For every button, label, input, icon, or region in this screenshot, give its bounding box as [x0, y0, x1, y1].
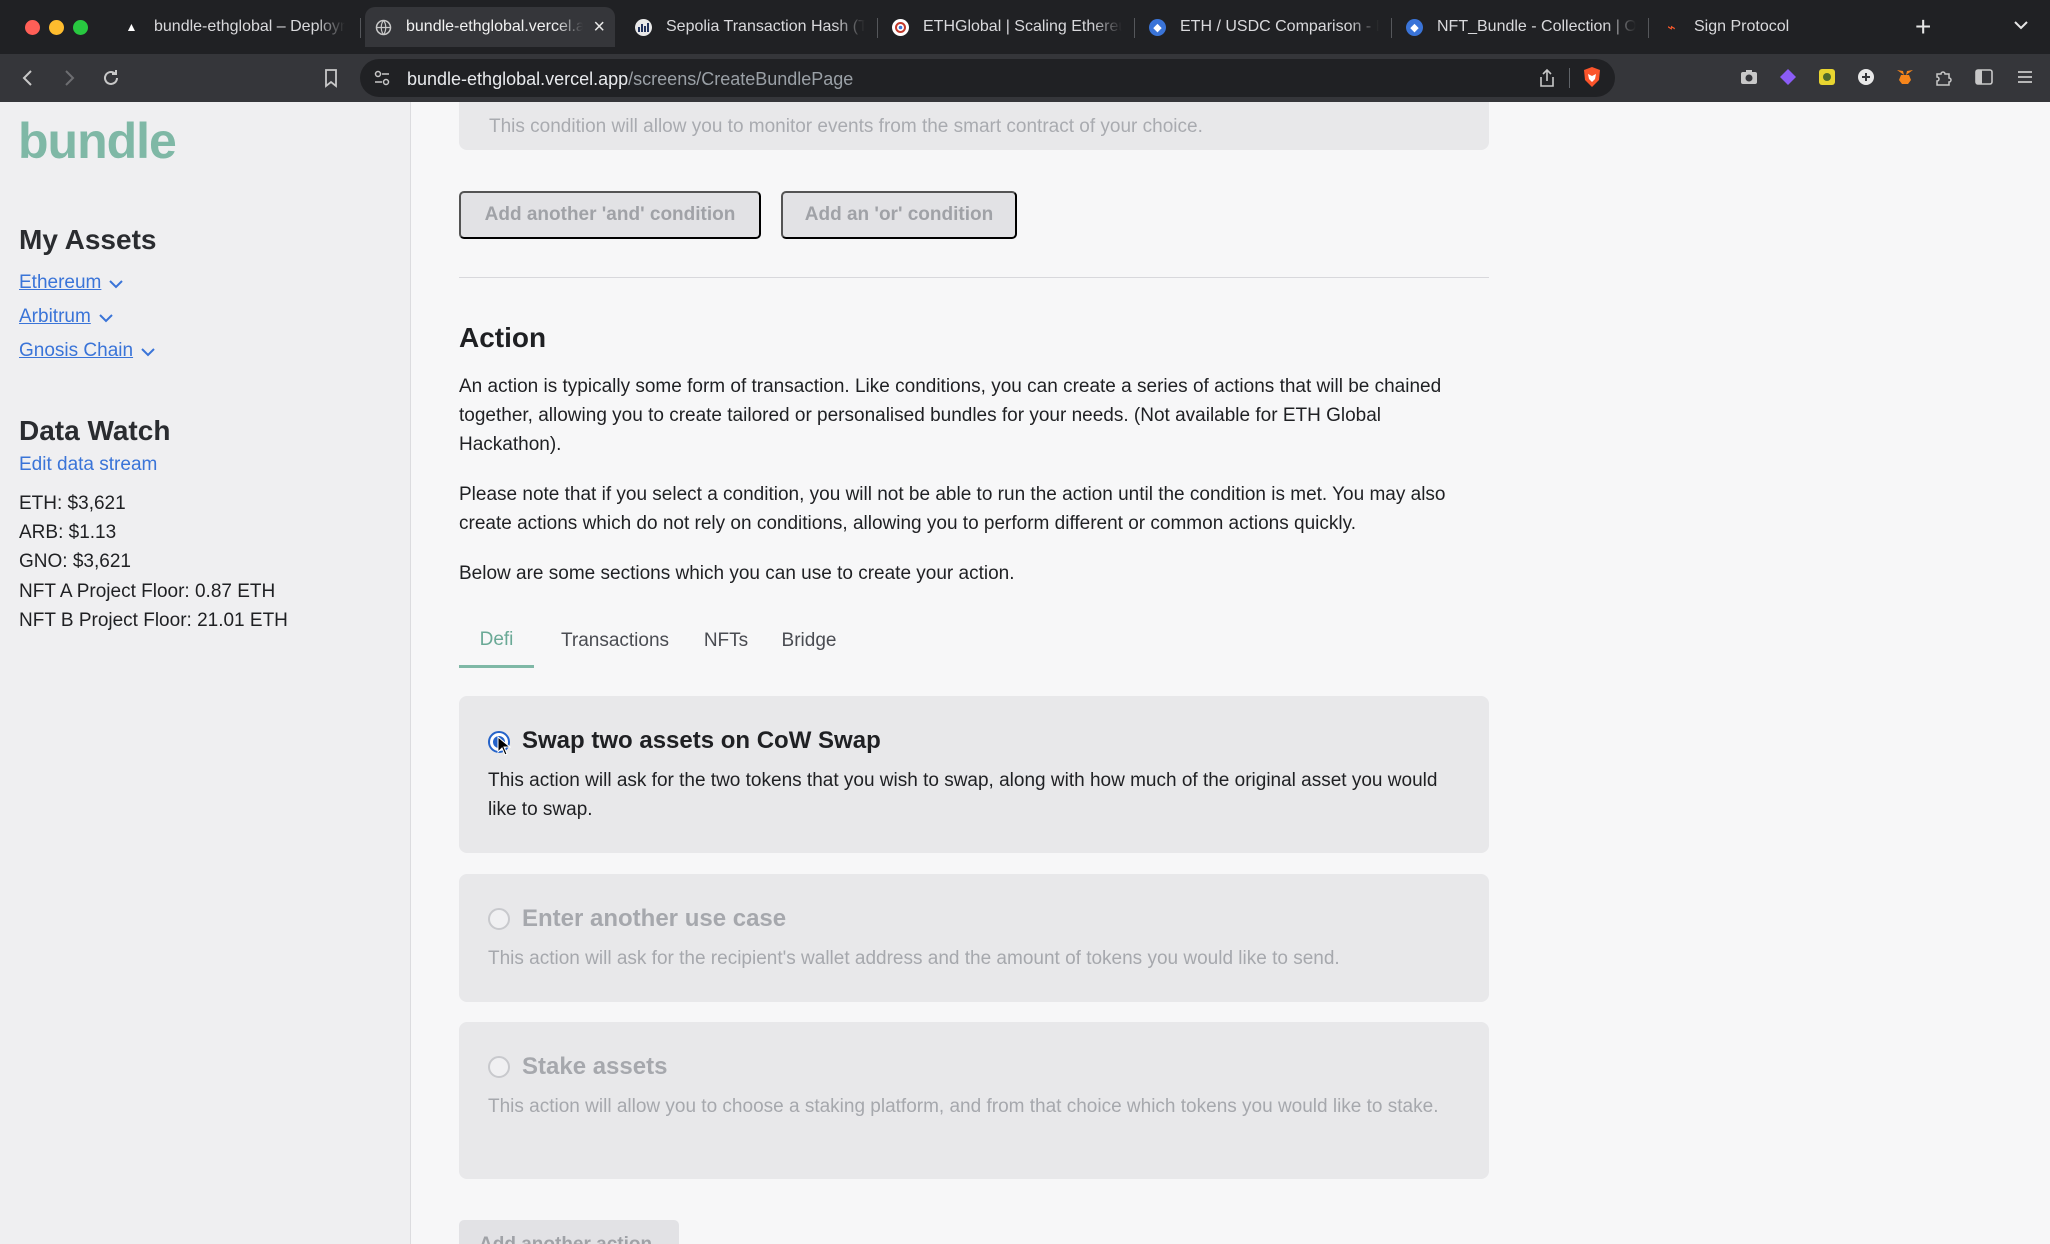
site-settings-icon[interactable]	[373, 69, 391, 92]
globe-icon	[375, 19, 392, 36]
etherscan-icon	[635, 18, 652, 36]
extension-yellow-icon[interactable]	[1816, 66, 1838, 88]
browser-tab[interactable]: ▲ bundle-ethglobal – Deployments	[113, 7, 355, 47]
url-text: bundle-ethglobal.vercel.app/screens/Crea…	[407, 69, 854, 89]
sign-icon: ⌁	[1667, 18, 1676, 35]
share-icon[interactable]	[1538, 68, 1556, 93]
bundle-logo[interactable]: bundle	[18, 112, 177, 170]
action-heading: Action	[459, 322, 547, 353]
radio-button[interactable]	[488, 1056, 510, 1078]
extension-white-icon[interactable]	[1855, 66, 1877, 88]
data-watch-heading: Data Watch	[19, 415, 171, 446]
section-divider	[459, 277, 1489, 278]
tab-title: Sepolia Transaction Hash (Txhash)	[666, 18, 865, 35]
new-tab-icon[interactable]: +	[1915, 12, 1931, 42]
chevron-down-icon	[109, 280, 124, 289]
watch-item-nft-a: NFT A Project Floor: 0.87 ETH	[19, 581, 276, 602]
tab-title: bundle-ethglobal – Deployments	[154, 18, 345, 35]
option-title: Stake assets	[522, 1053, 668, 1080]
reload-icon[interactable]	[99, 66, 123, 90]
tab-nfts[interactable]: NFTs	[695, 614, 757, 668]
tab-title: ETH / USDC Comparison - Bundle	[1180, 18, 1379, 35]
option-description: This action will ask for the recipient's…	[488, 948, 1340, 969]
asset-link-gnosis-chain[interactable]: Gnosis Chain	[19, 340, 155, 362]
action-option-cow-swap[interactable]: Swap two assets on CoW Swap This action …	[459, 696, 1489, 853]
triangle-icon: ▲	[125, 20, 138, 34]
option-title: Swap two assets on CoW Swap	[522, 727, 881, 754]
brave-shield-icon[interactable]	[1582, 66, 1602, 93]
watch-item-arb: ARB: $1.13	[19, 522, 117, 543]
sidebar: bundle My Assets Ethereum Arbitrum Gnosi…	[0, 102, 411, 1244]
tab-title: NFT_Bundle - Collection | OpenSea	[1437, 18, 1636, 35]
forward-icon[interactable]	[57, 66, 81, 90]
action-intro-paragraph: An action is typically some form of tran…	[459, 376, 1442, 455]
asset-link-arbitrum[interactable]: Arbitrum	[19, 306, 113, 328]
metamask-icon[interactable]	[1894, 66, 1916, 88]
chevron-down-icon	[99, 314, 113, 323]
chevron-down-icon	[141, 348, 155, 357]
bundle-icon: ◆	[1406, 18, 1423, 36]
watch-item-eth: ETH: $3,621	[19, 493, 126, 514]
tab-transactions[interactable]: Transactions	[551, 614, 679, 668]
browser-tabstrip: ▲ bundle-ethglobal – Deployments bundle-…	[0, 0, 2050, 54]
asset-label: Arbitrum	[19, 306, 91, 327]
menu-icon[interactable]	[2014, 66, 2036, 88]
chevron-down-icon[interactable]	[2012, 16, 2030, 39]
asset-label: Gnosis Chain	[19, 340, 134, 361]
add-or-condition-button[interactable]: Add an 'or' condition	[781, 191, 1017, 239]
address-bar[interactable]: bundle-ethglobal.vercel.app/screens/Crea…	[360, 59, 1615, 97]
option-title: Enter another use case	[522, 905, 787, 932]
browser-tab[interactable]: ◆ ETH / USDC Comparison - Bundle	[1139, 7, 1389, 47]
back-icon[interactable]	[16, 66, 40, 90]
tab-title: ETHGlobal | Scaling Ethereum	[923, 18, 1122, 35]
watch-item-nft-b: NFT B Project Floor: 21.01 ETH	[19, 610, 288, 631]
add-and-condition-button[interactable]: Add another 'and' condition	[459, 191, 761, 239]
action-option-stake-assets[interactable]: Stake assets This action will allow you …	[459, 1022, 1489, 1179]
browser-toolbar: bundle-ethglobal.vercel.app/screens/Crea…	[0, 54, 2050, 102]
close-tab-icon[interactable]: ×	[593, 16, 605, 39]
edit-data-stream-link[interactable]: Edit data stream	[19, 454, 157, 476]
camera-icon[interactable]	[1738, 66, 1760, 88]
tab-bridge[interactable]: Bridge	[774, 614, 844, 668]
mouse-cursor-icon	[497, 735, 512, 761]
minimize-window-button[interactable]	[49, 20, 64, 35]
bookmark-icon[interactable]	[319, 66, 343, 90]
ethglobal-icon	[892, 18, 909, 36]
condition-description: This condition will allow you to monitor…	[489, 116, 1203, 137]
watch-item-gno: GNO: $3,621	[19, 551, 131, 572]
browser-tab[interactable]: Sepolia Transaction Hash (Txhash)	[625, 7, 875, 47]
action-option-another-use-case[interactable]: Enter another use case This action will …	[459, 874, 1489, 1002]
tab-title: bundle-ethglobal.vercel.app	[406, 18, 584, 35]
maximize-window-button[interactable]	[73, 20, 88, 35]
tab-defi[interactable]: Defi	[459, 614, 534, 668]
close-window-button[interactable]	[25, 20, 40, 35]
bundle-icon: ◆	[1149, 18, 1166, 36]
browser-tab[interactable]: ⌁ Sign Protocol	[1653, 7, 1903, 47]
asset-label: Ethereum	[19, 272, 102, 293]
option-description: This action will allow you to choose a s…	[488, 1096, 1439, 1117]
condition-note-paragraph: Please note that if you select a conditi…	[459, 484, 1446, 534]
sidebar-toggle-icon[interactable]	[1973, 66, 1995, 88]
browser-tab[interactable]: ETHGlobal | Scaling Ethereum	[882, 7, 1132, 47]
sections-paragraph: Below are some sections which you can us…	[459, 563, 1015, 584]
browser-tab[interactable]: ◆ NFT_Bundle - Collection | OpenSea	[1396, 7, 1646, 47]
radio-button[interactable]	[488, 908, 510, 930]
gem-extension-icon[interactable]	[1777, 66, 1799, 88]
tab-title: Sign Protocol	[1694, 18, 1790, 35]
web-page: bundle My Assets Ethereum Arbitrum Gnosi…	[0, 102, 2050, 1244]
condition-card[interactable]: This condition will allow you to monitor…	[459, 102, 1489, 150]
asset-link-ethereum[interactable]: Ethereum	[19, 272, 124, 294]
add-another-action-button[interactable]: Add another action	[459, 1220, 679, 1244]
extensions-puzzle-icon[interactable]	[1933, 66, 1955, 88]
option-description: This action will ask for the two tokens …	[488, 770, 1438, 820]
my-assets-heading: My Assets	[19, 224, 157, 255]
browser-tab-active[interactable]: bundle-ethglobal.vercel.app ×	[365, 7, 615, 47]
